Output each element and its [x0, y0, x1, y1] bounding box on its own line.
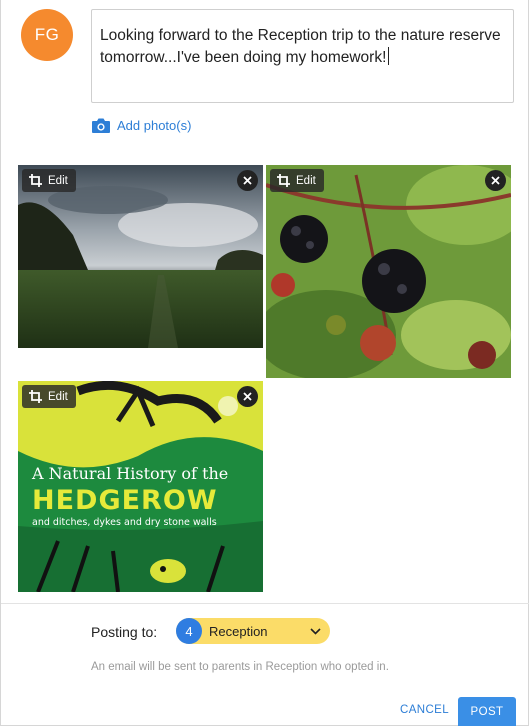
field-photo [18, 165, 263, 348]
add-photos-label: Add photo(s) [117, 118, 192, 133]
cancel-button[interactable]: CANCEL [400, 704, 449, 716]
footer-divider [1, 603, 529, 604]
edit-photo-button[interactable]: Edit [270, 169, 324, 192]
edit-label: Edit [296, 174, 316, 187]
book-title-line2: HEDGEROW [32, 485, 218, 516]
remove-photo-button[interactable] [237, 386, 258, 407]
book-title-line1: A Natural History of the [31, 464, 228, 483]
photo-thumbnail[interactable]: Edit [266, 165, 511, 378]
edit-label: Edit [48, 174, 68, 187]
photo-thumbnail[interactable]: Edit [18, 165, 263, 348]
posting-to-label: Posting to: [91, 624, 158, 640]
camera-icon [92, 118, 110, 133]
audience-selector[interactable]: 4 Reception [176, 618, 330, 644]
post-text-input[interactable]: Looking forward to the Reception trip to… [91, 9, 514, 103]
photo-thumbnail[interactable]: A Natural History of the HEDGEROW and di… [18, 381, 263, 592]
crop-icon [29, 174, 42, 187]
book-cover-photo: A Natural History of the HEDGEROW and di… [18, 381, 263, 592]
post-button[interactable]: POST [458, 697, 516, 726]
post-text: Looking forward to the Reception trip to… [100, 27, 501, 66]
post-composer-dialog: FG Looking forward to the Reception trip… [0, 0, 529, 726]
chevron-down-icon [310, 627, 321, 635]
crop-icon [29, 390, 42, 403]
add-photos-button[interactable]: Add photo(s) [91, 117, 191, 134]
avatar-initials: FG [34, 25, 60, 44]
close-icon [243, 392, 252, 401]
audience-count-badge: 4 [176, 618, 202, 644]
text-caret [388, 47, 390, 65]
close-icon [491, 176, 500, 185]
edit-photo-button[interactable]: Edit [22, 169, 76, 192]
remove-photo-button[interactable] [485, 170, 506, 191]
blackberries-photo [266, 165, 511, 378]
remove-photo-button[interactable] [237, 170, 258, 191]
edit-label: Edit [48, 390, 68, 403]
edit-photo-button[interactable]: Edit [22, 385, 76, 408]
crop-icon [277, 174, 290, 187]
book-subtitle: and ditches, dykes and dry stone walls [32, 517, 217, 528]
avatar: FG [21, 9, 73, 61]
email-notice: An email will be sent to parents in Rece… [91, 661, 389, 673]
audience-name: Reception [209, 623, 268, 639]
close-icon [243, 176, 252, 185]
